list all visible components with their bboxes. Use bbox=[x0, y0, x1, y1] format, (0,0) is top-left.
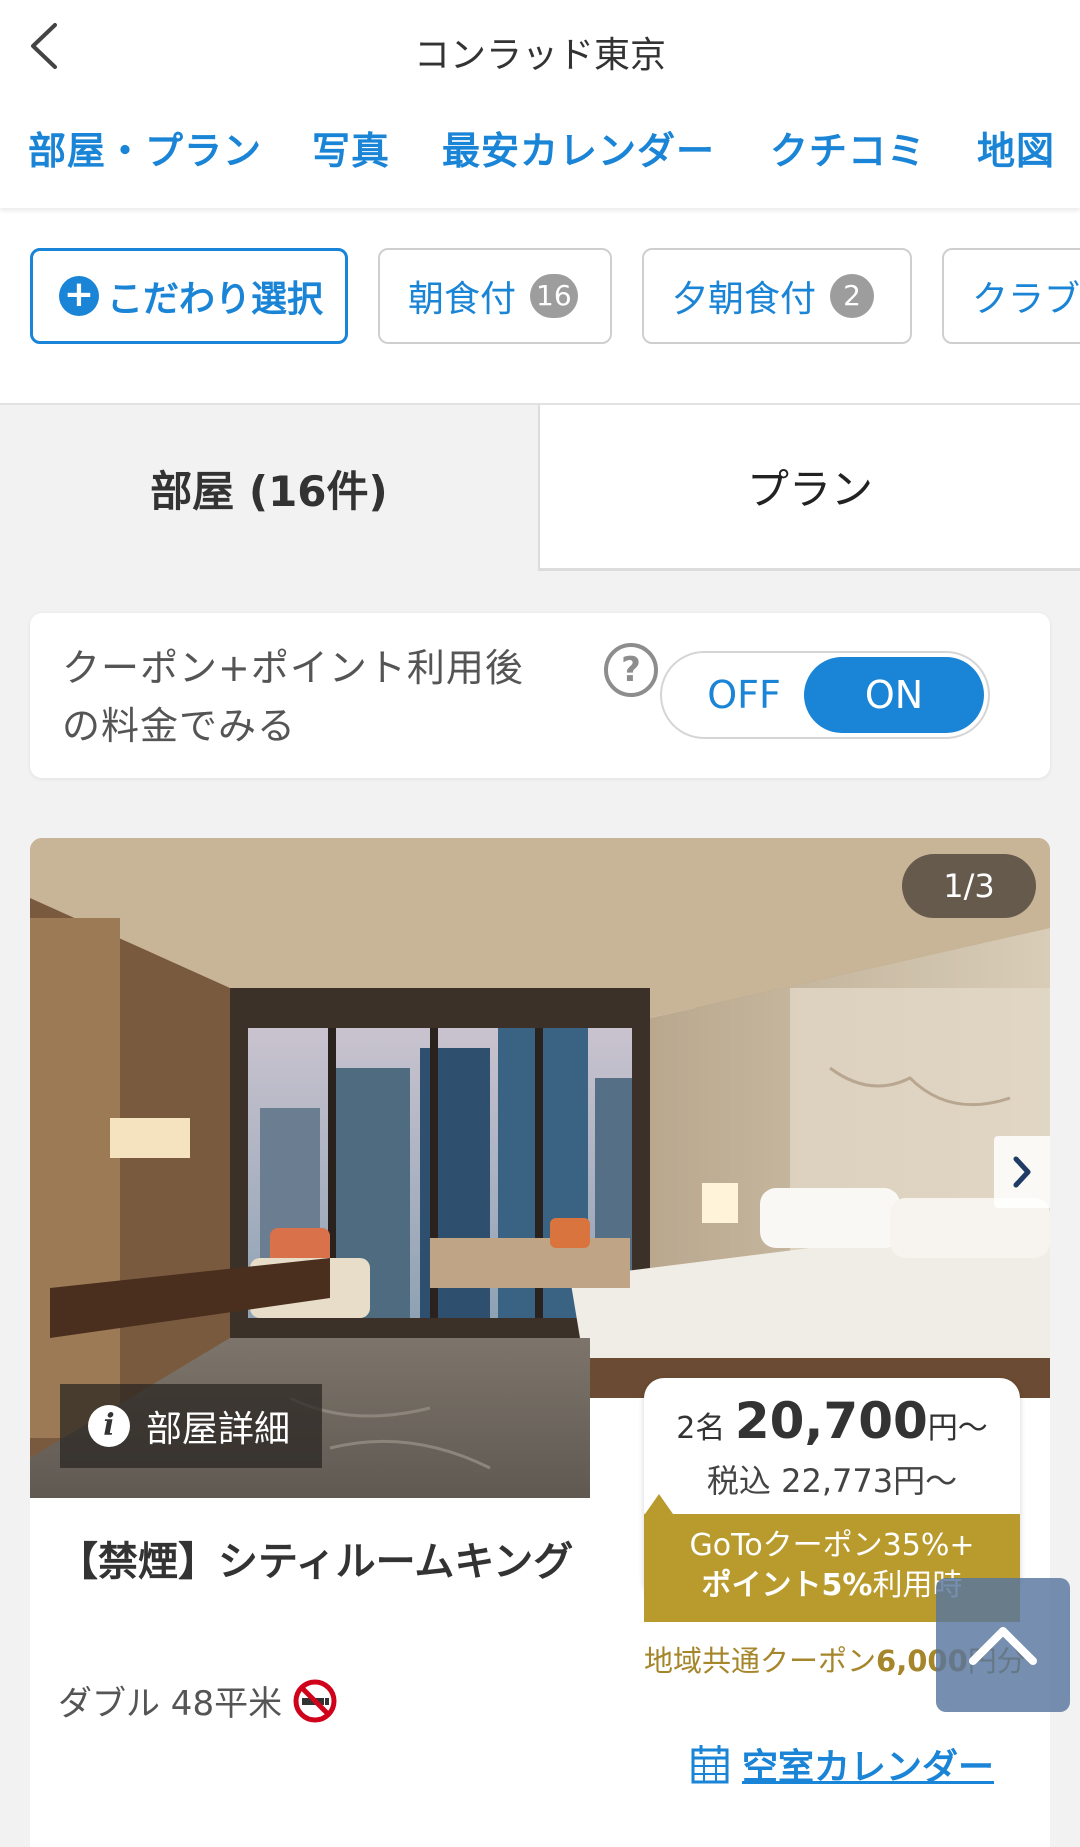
section-nav: 部屋・プラン 写真 最安カレンダー クチコミ 地図 bbox=[0, 120, 1080, 180]
filter-chip-label: 夕朝食付 bbox=[672, 279, 817, 320]
room-name: 【禁煙】シティルームキング bbox=[58, 1539, 574, 1585]
price-unit: 円〜 bbox=[927, 1411, 988, 1446]
room-spec-text: ダブル 48平米 bbox=[58, 1684, 283, 1724]
tab-rooms[interactable]: 部屋 (16件) bbox=[0, 405, 538, 571]
toggle-on[interactable]: ON bbox=[804, 657, 984, 733]
nav-tab-map[interactable]: 地図 bbox=[977, 120, 1055, 175]
tab-plans[interactable]: プラン bbox=[538, 405, 1080, 571]
filter-chip-breakfast[interactable]: 朝食付 16 bbox=[378, 248, 612, 344]
filter-chip-dinner-breakfast[interactable]: 夕朝食付 2 bbox=[642, 248, 912, 344]
price-main: 2名 20,700円〜 bbox=[644, 1392, 1020, 1450]
room-detail-button[interactable]: i 部屋詳細 bbox=[60, 1384, 322, 1468]
coupon-toggle[interactable]: OFF ON bbox=[660, 651, 990, 739]
no-smoking-icon bbox=[293, 1679, 337, 1722]
view-tabs: 部屋 (16件) プラン bbox=[0, 403, 1080, 571]
price-tax-included: 税込 22,773円〜 bbox=[706, 1462, 958, 1500]
badge-pointer bbox=[645, 1494, 673, 1514]
filter-chip-label: クラブ bbox=[972, 279, 1080, 320]
filter-bar: + こだわり選択 朝食付 16 夕朝食付 2 クラブ bbox=[0, 208, 1080, 403]
calendar-icon bbox=[691, 1745, 729, 1784]
room-detail-label: 部屋詳細 bbox=[146, 1409, 291, 1450]
count-badge: 16 bbox=[530, 274, 578, 318]
vacancy-calendar-link[interactable]: 空室カレンダー bbox=[690, 1738, 994, 1790]
help-icon[interactable]: ? bbox=[604, 643, 658, 697]
page-title: コンラッド東京 bbox=[413, 35, 666, 76]
app-header: コンラッド東京 部屋・プラン 写真 最安カレンダー クチコミ 地図 bbox=[0, 0, 1080, 208]
nav-tab-photos[interactable]: 写真 bbox=[312, 120, 390, 175]
filter-chip-label: 朝食付 bbox=[408, 279, 517, 320]
goto-badge-line1: GoToクーポン35%+ bbox=[689, 1528, 975, 1563]
nav-tab-reviews[interactable]: クチコミ bbox=[770, 120, 926, 175]
price-guests: 2名 bbox=[676, 1411, 726, 1446]
scroll-to-top-button[interactable] bbox=[936, 1578, 1070, 1712]
nav-tab-rooms-plans[interactable]: 部屋・プラン bbox=[28, 120, 262, 175]
room-spec: ダブル 48平米 bbox=[58, 1676, 338, 1725]
coupon-price-toggle-card: クーポン+ポイント利用後の料金でみる ? OFF ON bbox=[30, 613, 1050, 778]
chevron-up-icon bbox=[969, 1627, 1037, 1665]
count-badge: 2 bbox=[830, 274, 875, 318]
toggle-off[interactable]: OFF bbox=[666, 657, 822, 733]
preference-filter-button[interactable]: + こだわり選択 bbox=[30, 248, 348, 344]
info-icon: i bbox=[88, 1405, 130, 1447]
chevron-right-icon bbox=[1013, 1156, 1031, 1188]
goto-badge-points: ポイント5% bbox=[701, 1568, 873, 1603]
photo-counter: 1/3 bbox=[902, 854, 1036, 918]
nav-tab-cheapest-calendar[interactable]: 最安カレンダー bbox=[442, 120, 715, 175]
regional-coupon-prefix: 地域共通クーポン bbox=[644, 1644, 877, 1678]
plus-circle-icon: + bbox=[59, 276, 99, 316]
price-amount: 20,700 bbox=[734, 1392, 928, 1450]
room-card: 1/3 i 部屋詳細 【禁煙】シティルームキング ダブル 48平米 2名 20,… bbox=[30, 838, 1050, 1847]
photo-next-button[interactable] bbox=[994, 1136, 1050, 1208]
preference-filter-label: こだわり選択 bbox=[107, 279, 324, 320]
filter-chip-club[interactable]: クラブ bbox=[942, 248, 1080, 344]
coupon-toggle-label: クーポン+ポイント利用後の料金でみる bbox=[62, 646, 524, 748]
vacancy-calendar-label: 空室カレンダー bbox=[742, 1747, 995, 1788]
